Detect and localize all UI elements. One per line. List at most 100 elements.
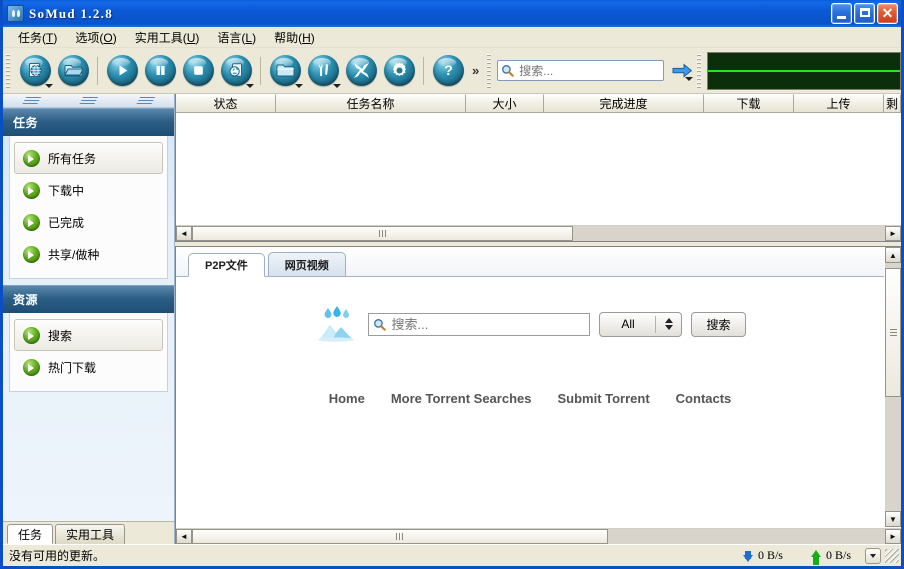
sidebar-item-sharing-seeding[interactable]: 共享/做种 xyxy=(14,238,163,270)
link-more-torrent-searches[interactable]: More Torrent Searches xyxy=(391,391,532,406)
sidebar-item-label: 已完成 xyxy=(48,214,84,231)
status-bar: 没有可用的更新。 0 B/s 0 B/s xyxy=(3,544,901,566)
task-list-hscrollbar[interactable]: ◄ ► xyxy=(176,224,901,241)
toolbar-grip[interactable] xyxy=(5,54,12,88)
chevron-down-icon[interactable] xyxy=(45,84,53,88)
toolbar-overflow-button[interactable]: » xyxy=(467,63,484,78)
category-select[interactable]: All xyxy=(599,312,682,337)
chevron-down-icon[interactable] xyxy=(295,84,303,88)
toolbar-search-box[interactable] xyxy=(497,60,664,81)
sidebar-tab-tools[interactable]: 实用工具 xyxy=(55,524,125,544)
tab-web-video[interactable]: 网页视频 xyxy=(268,252,346,276)
start-button[interactable] xyxy=(103,52,141,90)
menu-help-mnemonic: H xyxy=(302,31,311,45)
browser-vscroll-up-button[interactable]: ▲ xyxy=(885,247,901,263)
browser-content: P2P文件 网页视频 xyxy=(176,247,884,527)
column-header-task-name[interactable]: 任务名称 xyxy=(276,94,466,112)
chevron-down-icon[interactable] xyxy=(333,84,341,88)
menu-help[interactable]: 帮助(H) xyxy=(265,27,324,48)
page-search-button[interactable]: 搜索 xyxy=(691,312,745,337)
settings-button[interactable] xyxy=(380,52,418,90)
stop-button[interactable] xyxy=(179,52,217,90)
browser-hscroll-thumb[interactable] xyxy=(192,529,608,544)
sidebar-item-search[interactable]: 搜索 xyxy=(14,319,163,351)
link-submit-torrent[interactable]: Submit Torrent xyxy=(557,391,649,406)
menu-tasks[interactable]: 任务(T) xyxy=(9,27,66,48)
search-toolbar-grip[interactable] xyxy=(486,54,493,88)
sidebar-item-popular-downloads[interactable]: 热门下载 xyxy=(14,351,163,383)
sidebar-item-label: 搜索 xyxy=(48,327,72,344)
browser-hscroll-left-button[interactable]: ◄ xyxy=(176,529,192,544)
graph-toolbar-grip[interactable] xyxy=(696,54,703,88)
task-list-pane: 状态 任务名称 大小 完成进度 下载 上传 剩 ◄ ► xyxy=(175,94,901,242)
menu-options[interactable]: 选项(O) xyxy=(66,27,125,48)
column-header-download[interactable]: 下载 xyxy=(704,94,794,112)
column-header-remaining[interactable]: 剩 xyxy=(884,94,901,112)
sidebar: 任务 所有任务 下载中 已完成 xyxy=(3,94,175,544)
column-header-progress[interactable]: 完成进度 xyxy=(544,94,704,112)
minimize-button[interactable] xyxy=(831,3,852,24)
task-list-rows[interactable] xyxy=(176,113,901,224)
water-drops-mountain-logo xyxy=(314,305,359,343)
delete-task-button[interactable] xyxy=(217,52,255,90)
sidebar-tab-tasks[interactable]: 任务 xyxy=(7,524,53,544)
maximize-button[interactable] xyxy=(854,3,875,24)
resize-grip-icon[interactable] xyxy=(885,549,899,563)
sidebar-group-resources: 资源 搜索 热门下载 xyxy=(3,285,174,398)
column-header-status[interactable]: 状态 xyxy=(176,94,276,112)
browser-vscroll-thumb[interactable] xyxy=(885,268,901,397)
menu-language[interactable]: 语言(L) xyxy=(208,27,265,48)
toolbar-search-go-button[interactable] xyxy=(670,59,694,83)
column-header-upload[interactable]: 上传 xyxy=(794,94,884,112)
pause-button[interactable] xyxy=(141,52,179,90)
tools-button[interactable] xyxy=(304,52,342,90)
chevron-down-icon[interactable] xyxy=(685,77,693,81)
menu-options-label: 选项 xyxy=(75,31,99,45)
chevron-down-icon[interactable] xyxy=(246,84,254,88)
sidebar-item-all-tasks[interactable]: 所有任务 xyxy=(14,142,163,174)
browser-vscrollbar[interactable]: ▲ ▼ xyxy=(884,247,901,527)
stripes-icon xyxy=(136,97,155,105)
download-speed-indicator: 0 B/s xyxy=(729,547,797,565)
folder-open-icon xyxy=(58,55,89,86)
link-contacts[interactable]: Contacts xyxy=(676,391,732,406)
open-torrent-button[interactable] xyxy=(54,52,92,90)
status-dropdown-button[interactable] xyxy=(865,548,881,564)
stop-icon xyxy=(183,55,214,86)
close-icon: ✕ xyxy=(878,4,897,23)
sidebar-item-completed[interactable]: 已完成 xyxy=(14,206,163,238)
tab-p2p-files[interactable]: P2P文件 xyxy=(188,253,265,277)
thumb-grip-icon xyxy=(379,230,386,237)
network-button[interactable] xyxy=(342,52,380,90)
browser-hscroll-right-button[interactable]: ► xyxy=(885,529,901,544)
browser-hscroll-track[interactable] xyxy=(192,529,885,544)
sidebar-header-stripes xyxy=(3,94,174,108)
close-button[interactable]: ✕ xyxy=(877,3,898,24)
stripes-icon xyxy=(22,97,41,105)
toolbar-search-input[interactable] xyxy=(517,63,660,79)
task-hscroll-track[interactable] xyxy=(192,226,885,241)
browser-vscroll-track[interactable] xyxy=(885,263,901,511)
spinner-arrows-icon[interactable] xyxy=(664,318,674,330)
status-message: 没有可用的更新。 xyxy=(3,547,729,564)
column-header-size[interactable]: 大小 xyxy=(466,94,544,112)
help-button[interactable]: ? xyxy=(429,52,467,90)
browser-hscrollbar[interactable]: ◄ ► xyxy=(176,527,901,544)
task-hscroll-right-button[interactable]: ► xyxy=(885,226,901,241)
new-task-button[interactable] xyxy=(16,52,54,90)
browser-vscroll-down-button[interactable]: ▼ xyxy=(885,511,901,527)
task-hscroll-thumb[interactable] xyxy=(192,226,573,241)
sidebar-item-label: 下载中 xyxy=(48,182,84,199)
page-search-input[interactable] xyxy=(389,316,585,333)
link-home[interactable]: Home xyxy=(329,391,365,406)
page-search-box[interactable] xyxy=(368,313,590,336)
sidebar-item-downloading[interactable]: 下载中 xyxy=(14,174,163,206)
menu-tools[interactable]: 实用工具(U) xyxy=(126,27,209,48)
down-arrow-icon xyxy=(743,555,753,562)
open-folder-button[interactable] xyxy=(266,52,304,90)
task-hscroll-left-button[interactable]: ◄ xyxy=(176,226,192,241)
menu-language-mnemonic: L xyxy=(245,31,252,45)
somud-logo-icon xyxy=(7,5,24,22)
menu-language-label: 语言 xyxy=(217,31,241,45)
green-arrow-icon xyxy=(23,214,40,231)
